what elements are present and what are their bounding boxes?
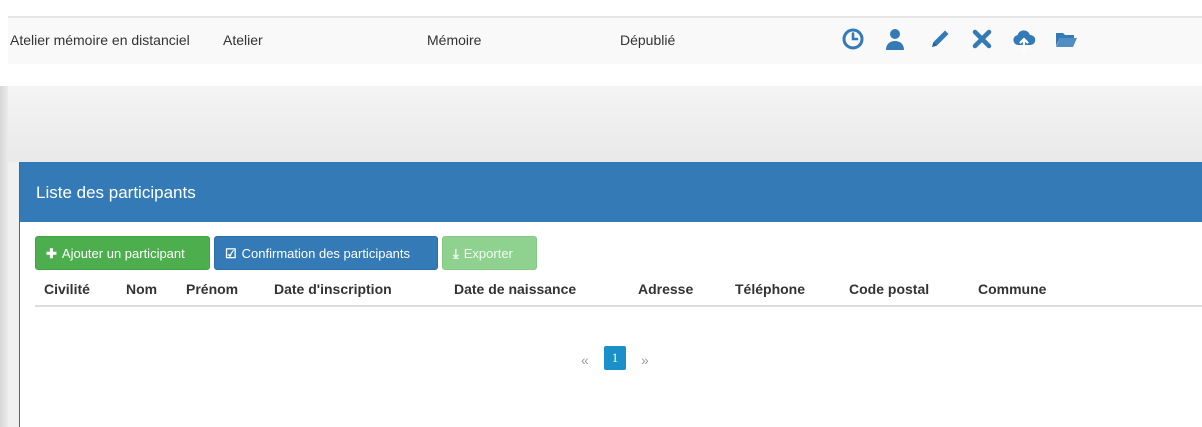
col-header-prenom[interactable]: Prénom — [186, 281, 238, 297]
confirm-participants-button[interactable]: ☑ Confirmation des participants — [214, 236, 438, 270]
check-square-icon: ☑ — [225, 246, 237, 261]
event-table: Atelier mémoire en distanciel Atelier Mé… — [8, 14, 1202, 84]
col-header-nom[interactable]: Nom — [126, 281, 157, 297]
col-header-date-naissance[interactable]: Date de naissance — [454, 281, 576, 297]
page-divider — [0, 86, 1202, 162]
panel-header: Liste des participants — [20, 162, 1202, 222]
event-title: Atelier mémoire en distanciel — [10, 32, 190, 48]
add-participant-label: Ajouter un participant — [61, 246, 185, 261]
col-header-civilite[interactable]: Civilité — [44, 281, 90, 297]
download-icon: ⤓ — [453, 246, 459, 261]
col-header-telephone[interactable]: Téléphone — [735, 281, 805, 297]
clock-icon[interactable] — [841, 27, 867, 53]
event-theme: Mémoire — [427, 32, 482, 48]
export-label: Exporter — [463, 246, 513, 261]
col-header-code-postal[interactable]: Code postal — [849, 281, 929, 297]
pagination-prev[interactable]: « — [581, 352, 589, 368]
folder-open-icon[interactable] — [1054, 27, 1080, 53]
confirm-participants-label: Confirmation des participants — [241, 246, 411, 261]
pencil-icon[interactable] — [928, 27, 954, 53]
event-status: Dépublié — [620, 32, 676, 48]
event-type: Atelier — [223, 32, 263, 48]
table-header-divider — [35, 305, 1202, 307]
panel-title: Liste des participants — [36, 183, 196, 202]
pagination-next[interactable]: » — [641, 352, 649, 368]
table-row: Atelier mémoire en distanciel Atelier Mé… — [8, 16, 1202, 64]
col-header-date-inscription[interactable]: Date d'inscription — [274, 281, 392, 297]
plus-icon: ✚ — [46, 246, 57, 261]
pagination-page-current[interactable]: 1 — [604, 346, 626, 370]
cloud-upload-icon[interactable] — [1012, 27, 1038, 53]
col-header-commune[interactable]: Commune — [978, 281, 1046, 297]
close-icon[interactable] — [970, 27, 996, 53]
export-button[interactable]: ⤓ Exporter — [442, 236, 537, 270]
col-header-adresse[interactable]: Adresse — [638, 281, 693, 297]
add-participant-button[interactable]: ✚ Ajouter un participant — [35, 236, 210, 270]
user-icon[interactable] — [883, 27, 909, 53]
left-shadow — [0, 86, 8, 427]
